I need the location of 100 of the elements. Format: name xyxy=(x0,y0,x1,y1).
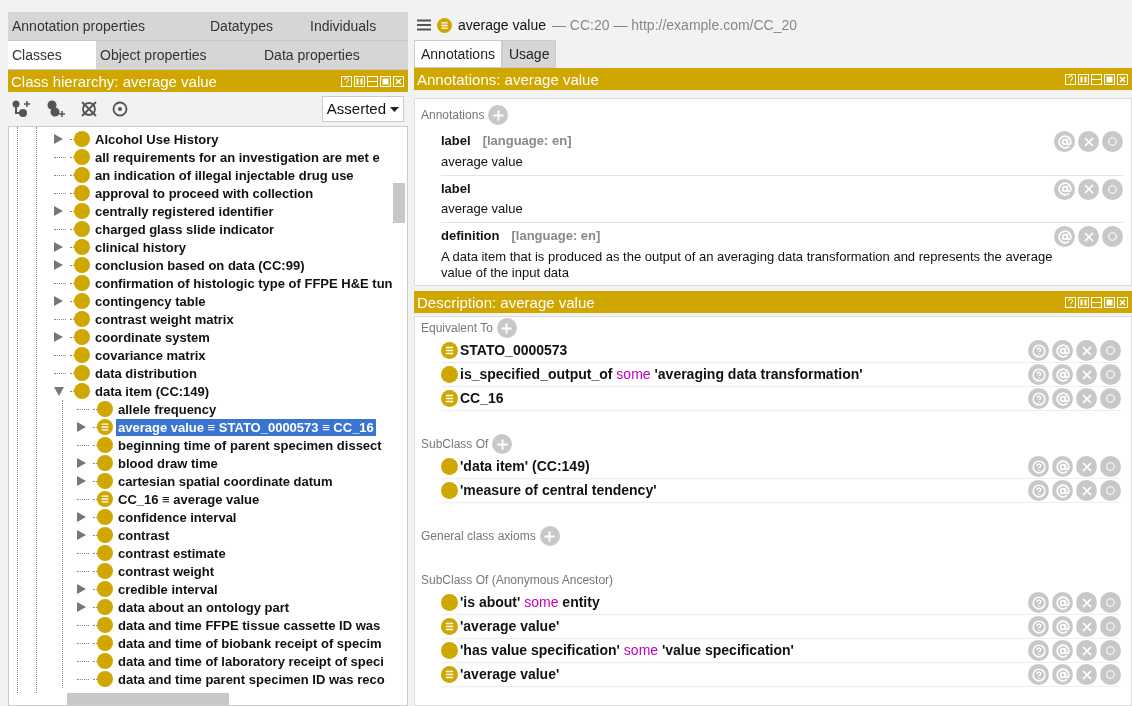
edit-button[interactable] xyxy=(1100,364,1121,385)
edit-button[interactable] xyxy=(1100,388,1121,409)
help-icon[interactable] xyxy=(341,75,352,87)
explain-button[interactable] xyxy=(1028,664,1049,685)
delete-button[interactable] xyxy=(1076,388,1097,409)
maximize-icon[interactable] xyxy=(1104,73,1115,85)
split-horizontal-icon[interactable] xyxy=(1091,73,1102,85)
tree-item[interactable]: data and time of biobank receipt of specim xyxy=(116,634,384,652)
tree-item[interactable]: covariance matrix xyxy=(93,346,208,364)
tree-item[interactable]: data item (CC:149) xyxy=(93,382,212,400)
tab[interactable]: Data properties xyxy=(260,41,408,69)
tree-item[interactable]: centrally registered identifier xyxy=(93,202,276,220)
annotate-button[interactable] xyxy=(1052,340,1073,361)
tree-item[interactable]: confidence interval xyxy=(116,508,239,526)
tab[interactable]: Datatypes xyxy=(206,12,306,40)
delete-icon[interactable] xyxy=(80,100,98,118)
tree-item[interactable]: Alcohol Use History xyxy=(93,130,221,148)
expand-arrow-icon[interactable] xyxy=(54,332,63,342)
expand-arrow-icon[interactable] xyxy=(77,422,86,432)
delete-button[interactable] xyxy=(1076,340,1097,361)
tree-item[interactable]: data and time of laboratory receipt of speci xyxy=(116,652,386,670)
expand-arrow-icon[interactable] xyxy=(54,242,63,252)
delete-button[interactable] xyxy=(1076,456,1097,477)
tree-item[interactable]: data distribution xyxy=(93,364,199,382)
tree-item[interactable]: charged glass slide indicator xyxy=(93,220,277,238)
maximize-icon[interactable] xyxy=(1104,296,1115,308)
tree-item[interactable]: blood draw time xyxy=(116,454,220,472)
split-vertical-icon[interactable] xyxy=(354,75,365,87)
tree-item[interactable]: contrast weight matrix xyxy=(93,310,236,328)
tree-item[interactable]: an indication of illegal injectable drug use xyxy=(93,166,356,184)
tree-item[interactable]: contrast estimate xyxy=(116,544,228,562)
annotate-button[interactable] xyxy=(1054,226,1075,247)
edit-button[interactable] xyxy=(1100,616,1121,637)
tree-item[interactable]: data about an ontology part xyxy=(116,598,292,616)
annotate-button[interactable] xyxy=(1052,664,1073,685)
close-icon[interactable] xyxy=(1117,296,1128,308)
expand-arrow-icon[interactable] xyxy=(77,458,86,468)
tab[interactable]: Annotations xyxy=(414,40,502,68)
annotate-button[interactable] xyxy=(1052,480,1073,501)
expand-arrow-icon[interactable] xyxy=(77,530,86,540)
expand-arrow-icon[interactable] xyxy=(77,584,86,594)
tree-item[interactable]: coordinate system xyxy=(93,328,212,346)
delete-button[interactable] xyxy=(1076,664,1097,685)
tab[interactable]: Individuals xyxy=(306,12,408,40)
delete-button[interactable] xyxy=(1078,226,1099,247)
delete-button[interactable] xyxy=(1076,592,1097,613)
edit-button[interactable] xyxy=(1100,480,1121,501)
help-icon[interactable] xyxy=(1065,296,1076,308)
annotate-button[interactable] xyxy=(1052,592,1073,613)
delete-button[interactable] xyxy=(1078,178,1099,200)
help-icon[interactable] xyxy=(1065,73,1076,85)
split-vertical-icon[interactable] xyxy=(1078,73,1089,85)
expand-arrow-icon[interactable] xyxy=(54,296,63,306)
tree-item[interactable]: clinical history xyxy=(93,238,189,256)
delete-button[interactable] xyxy=(1076,364,1097,385)
explain-button[interactable] xyxy=(1028,616,1049,637)
add-button[interactable] xyxy=(488,105,509,125)
explain-button[interactable] xyxy=(1028,340,1049,361)
add-button[interactable] xyxy=(492,434,513,454)
delete-button[interactable] xyxy=(1076,480,1097,501)
tree-item[interactable]: credible interval xyxy=(116,580,220,598)
expand-arrow-icon[interactable] xyxy=(77,602,86,612)
tree-item[interactable]: data and time parent specimen ID was reco xyxy=(116,670,387,688)
add-sibling-icon[interactable] xyxy=(46,100,66,118)
explain-button[interactable] xyxy=(1028,640,1049,661)
tab[interactable]: Classes xyxy=(8,41,96,69)
edit-button[interactable] xyxy=(1100,340,1121,361)
explain-button[interactable] xyxy=(1028,388,1049,409)
tree-item[interactable]: contrast weight xyxy=(116,562,217,580)
tab[interactable]: Annotation properties xyxy=(8,12,206,40)
split-vertical-icon[interactable] xyxy=(1078,296,1089,308)
annotate-button[interactable] xyxy=(1054,178,1075,200)
annotate-button[interactable] xyxy=(1052,388,1073,409)
annotate-button[interactable] xyxy=(1052,616,1073,637)
maximize-icon[interactable] xyxy=(380,75,391,87)
tree-item[interactable]: cartesian spatial coordinate datum xyxy=(116,472,335,490)
split-horizontal-icon[interactable] xyxy=(1091,296,1102,308)
tab[interactable]: Object properties xyxy=(96,41,260,69)
tree-item[interactable]: average value ≡ STATO_0000573 ≡ CC_16 xyxy=(116,418,376,436)
tree-item[interactable]: contingency table xyxy=(93,292,208,310)
expand-arrow-icon[interactable] xyxy=(54,260,63,270)
edit-button[interactable] xyxy=(1100,456,1121,477)
collapse-arrow-icon[interactable] xyxy=(54,386,64,396)
explain-button[interactable] xyxy=(1028,456,1049,477)
add-button[interactable] xyxy=(539,526,560,546)
tree-item[interactable]: CC_16 ≡ average value xyxy=(116,490,262,508)
delete-button[interactable] xyxy=(1076,640,1097,661)
add-button[interactable] xyxy=(496,318,517,338)
delete-button[interactable] xyxy=(1078,131,1099,152)
explain-button[interactable] xyxy=(1028,480,1049,501)
expand-arrow-icon[interactable] xyxy=(54,206,63,216)
annotate-button[interactable] xyxy=(1052,640,1073,661)
tree-item[interactable]: approval to proceed with collection xyxy=(93,184,316,202)
delete-button[interactable] xyxy=(1076,616,1097,637)
split-horizontal-icon[interactable] xyxy=(367,75,378,87)
tree-item[interactable]: conclusion based on data (CC:99) xyxy=(93,256,307,274)
tree-item[interactable]: all requirements for an investigation are met e xyxy=(93,148,382,166)
add-subclass-icon[interactable] xyxy=(12,100,32,118)
edit-button[interactable] xyxy=(1102,226,1123,247)
edit-button[interactable] xyxy=(1102,178,1123,200)
